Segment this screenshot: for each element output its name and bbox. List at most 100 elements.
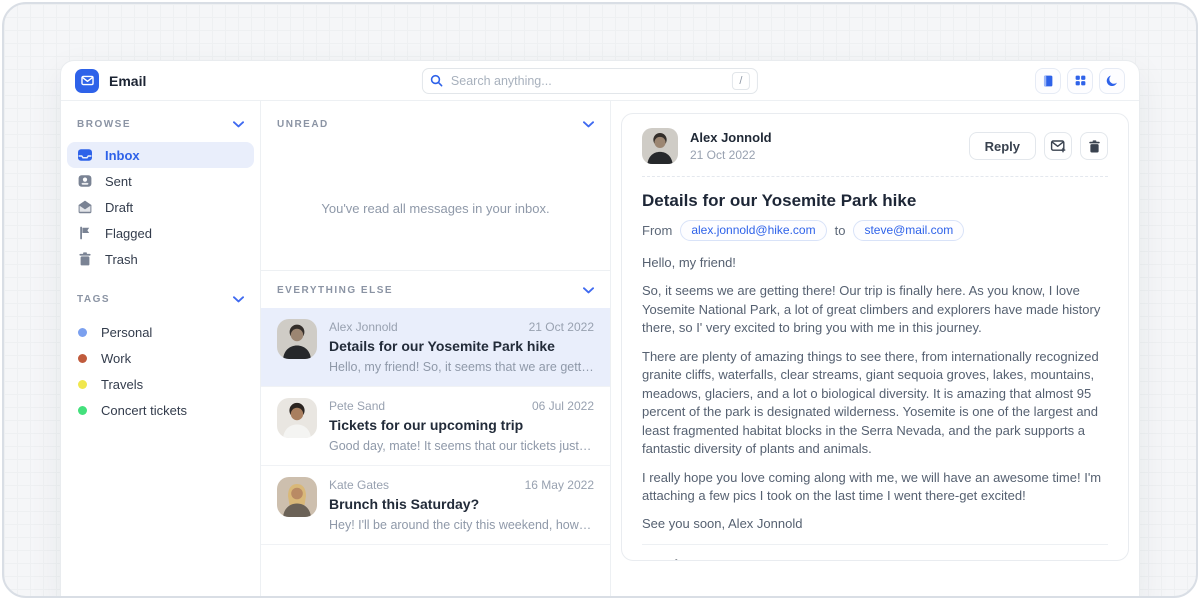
detail-actions: Reply [969, 132, 1108, 160]
everything-else-label: EVERYTHING ELSE [277, 285, 393, 296]
tag-label: Work [101, 351, 131, 366]
divider [642, 176, 1108, 177]
body-paragraph: See you soon, Alex Jonnold [642, 515, 1108, 533]
mail-sender: Kate Gates [329, 478, 389, 492]
tags-section-header: TAGS [61, 294, 260, 305]
delete-mail-button[interactable] [1080, 132, 1108, 160]
sidebar-item-draft[interactable]: Draft [67, 194, 254, 220]
sidebar-item-flagged[interactable]: Flagged [67, 220, 254, 246]
to-email-chip[interactable]: steve@mail.com [853, 220, 964, 241]
mail-date: 21 Oct 2022 [529, 320, 594, 334]
from-email-chip[interactable]: alex.jonnold@hike.com [680, 220, 826, 241]
mail-subject: Tickets for our upcoming trip [329, 417, 594, 433]
mail-list-item-kate[interactable]: Kate Gates 16 May 2022 Brunch this Satur… [261, 466, 610, 545]
dark-mode-toggle[interactable] [1099, 68, 1125, 94]
moon-icon [1105, 74, 1119, 88]
top-bar-actions [1035, 68, 1125, 94]
sidebar-item-label: Draft [105, 200, 133, 215]
to-label: to [835, 223, 846, 238]
from-to-line: From alex.jonnold@hike.com to steve@mail… [642, 220, 1108, 241]
browse-label: BROWSE [77, 119, 131, 130]
browse-list: Inbox Sent Draft [61, 142, 260, 272]
search-input[interactable] [451, 74, 724, 88]
app-title: Email [109, 73, 146, 89]
from-label: From [642, 223, 672, 238]
tags-list: Personal Work Travels Concert ticke [61, 319, 260, 423]
tag-color-dot [78, 354, 87, 363]
tag-color-dot [78, 328, 87, 337]
divider [642, 544, 1108, 545]
attachments-label: Attachments [642, 557, 1108, 561]
mail-date: 16 May 2022 [525, 478, 594, 492]
unread-collapse-chevron-icon[interactable] [583, 121, 594, 128]
browse-collapse-chevron-icon[interactable] [233, 121, 244, 128]
tag-label: Travels [101, 377, 143, 392]
mail-detail-column: Alex Jonnold 21 Oct 2022 Reply [611, 101, 1139, 598]
search-shortcut-key: / [732, 72, 750, 90]
search-bar[interactable]: / [422, 68, 758, 94]
detail-date: 21 Oct 2022 [690, 148, 772, 162]
flag-icon [77, 225, 93, 241]
tag-color-dot [78, 406, 87, 415]
sidebar: BROWSE Inbox [61, 101, 261, 598]
body-paragraph: There are plenty of amazing things to se… [642, 348, 1108, 459]
apps-grid-button[interactable] [1067, 68, 1093, 94]
tag-item-travels[interactable]: Travels [61, 371, 260, 397]
sidebar-item-label: Sent [105, 174, 132, 189]
top-bar: Email / [61, 61, 1139, 101]
unread-label: UNREAD [277, 119, 329, 130]
mail-preview: Hello, my friend! So, it seems that we a… [329, 360, 594, 374]
email-app-window: Email / BROWS [60, 60, 1140, 598]
mail-detail-card: Alex Jonnold 21 Oct 2022 Reply [621, 113, 1129, 561]
tags-collapse-chevron-icon[interactable] [233, 296, 244, 303]
sidebar-item-trash[interactable]: Trash [67, 246, 254, 272]
tags-label: TAGS [77, 294, 110, 305]
tag-item-work[interactable]: Work [61, 345, 260, 371]
mail-sender: Pete Sand [329, 399, 385, 413]
unread-section-header: UNREAD [261, 119, 610, 130]
detail-sender-name: Alex Jonnold [690, 130, 772, 145]
sent-icon [77, 173, 93, 189]
tag-item-personal[interactable]: Personal [61, 319, 260, 345]
body-paragraph: So, it seems we are getting there! Our t… [642, 282, 1108, 337]
apps-grid-icon [1074, 74, 1087, 87]
everything-else-collapse-chevron-icon[interactable] [583, 287, 594, 294]
notebook-icon [1041, 74, 1055, 88]
tag-label: Concert tickets [101, 403, 187, 418]
detail-header: Alex Jonnold 21 Oct 2022 Reply [642, 128, 1108, 164]
tag-label: Personal [101, 325, 152, 340]
mail-date: 06 Jul 2022 [532, 399, 594, 413]
forward-mail-button[interactable] [1044, 132, 1072, 160]
tag-item-concert-tickets[interactable]: Concert tickets [61, 397, 260, 423]
body-paragraph: I really hope you love coming along with… [642, 469, 1108, 506]
body-paragraph: Hello, my friend! [642, 254, 1108, 272]
avatar [277, 398, 317, 438]
mail-list-item-alex[interactable]: Alex Jonnold 21 Oct 2022 Details for our… [261, 308, 610, 387]
avatar [277, 477, 317, 517]
detail-subject: Details for our Yosemite Park hike [642, 191, 1108, 211]
notebook-button[interactable] [1035, 68, 1061, 94]
unread-section: UNREAD You've read all messages in your … [261, 101, 610, 271]
trash-icon [77, 251, 93, 267]
sidebar-item-label: Flagged [105, 226, 152, 241]
search-icon [430, 74, 443, 87]
browse-section-header: BROWSE [61, 119, 260, 130]
mail-subject: Brunch this Saturday? [329, 496, 594, 512]
sidebar-item-inbox[interactable]: Inbox [67, 142, 254, 168]
mail-preview: Good day, mate! It seems that our ticket… [329, 439, 594, 453]
reply-button[interactable]: Reply [969, 132, 1036, 160]
sidebar-item-label: Trash [105, 252, 138, 267]
mail-body: Hello, my friend! So, it seems we are ge… [642, 254, 1108, 534]
sidebar-item-label: Inbox [105, 148, 140, 163]
mail-sender: Alex Jonnold [329, 320, 398, 334]
tag-color-dot [78, 380, 87, 389]
sidebar-item-sent[interactable]: Sent [67, 168, 254, 194]
everything-else-section-header: EVERYTHING ELSE [261, 271, 610, 308]
tags-section: TAGS Personal Work [61, 294, 260, 423]
unread-empty-message: You've read all messages in your inbox. [261, 201, 610, 216]
trash-icon [1087, 139, 1102, 154]
inbox-icon [77, 147, 93, 163]
avatar [642, 128, 678, 164]
mail-list-item-pete[interactable]: Pete Sand 06 Jul 2022 Tickets for our up… [261, 387, 610, 466]
email-logo-icon [75, 69, 99, 93]
